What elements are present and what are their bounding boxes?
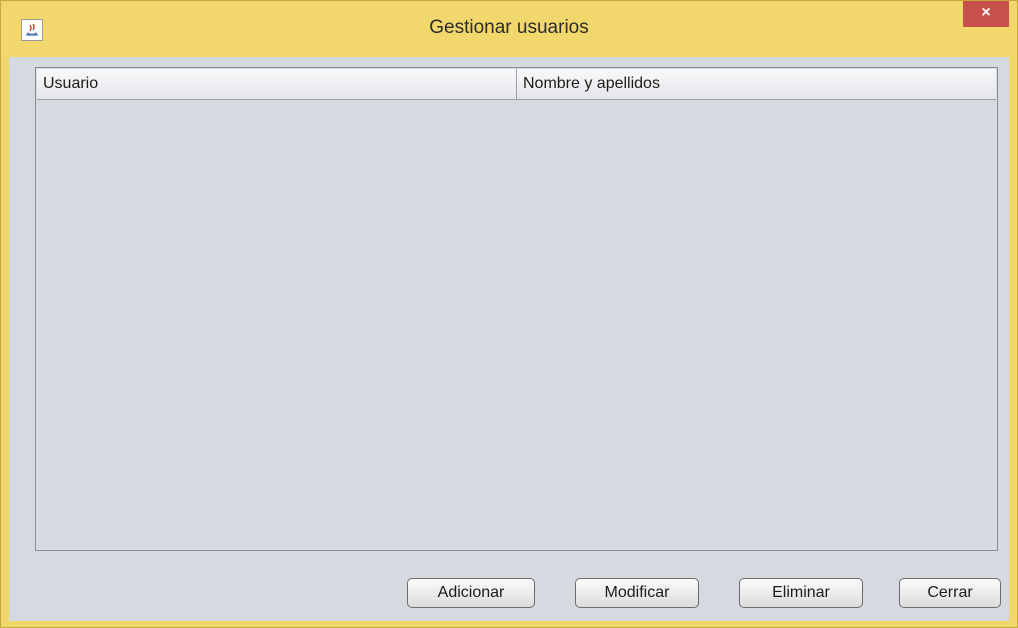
modify-button[interactable]: Modificar bbox=[575, 578, 699, 608]
table-header: Usuario Nombre y apellidos bbox=[37, 69, 996, 100]
delete-button[interactable]: Eliminar bbox=[739, 578, 863, 608]
title-bar[interactable]: Gestionar usuarios × bbox=[1, 1, 1017, 57]
close-window-button[interactable]: × bbox=[963, 1, 1009, 27]
dialog-content: Usuario Nombre y apellidos Adicionar Mod… bbox=[9, 57, 1009, 621]
close-button[interactable]: Cerrar bbox=[899, 578, 1001, 608]
window-title: Gestionar usuarios bbox=[429, 17, 589, 38]
close-icon: × bbox=[981, 4, 991, 21]
table-body[interactable] bbox=[37, 100, 996, 549]
dialog-window: Gestionar usuarios × Usuario Nombre y ap… bbox=[0, 0, 1018, 628]
column-header-nombre[interactable]: Nombre y apellidos bbox=[517, 69, 996, 99]
column-header-usuario[interactable]: Usuario bbox=[37, 69, 517, 99]
users-table[interactable]: Usuario Nombre y apellidos bbox=[35, 67, 998, 551]
add-button[interactable]: Adicionar bbox=[407, 578, 535, 608]
